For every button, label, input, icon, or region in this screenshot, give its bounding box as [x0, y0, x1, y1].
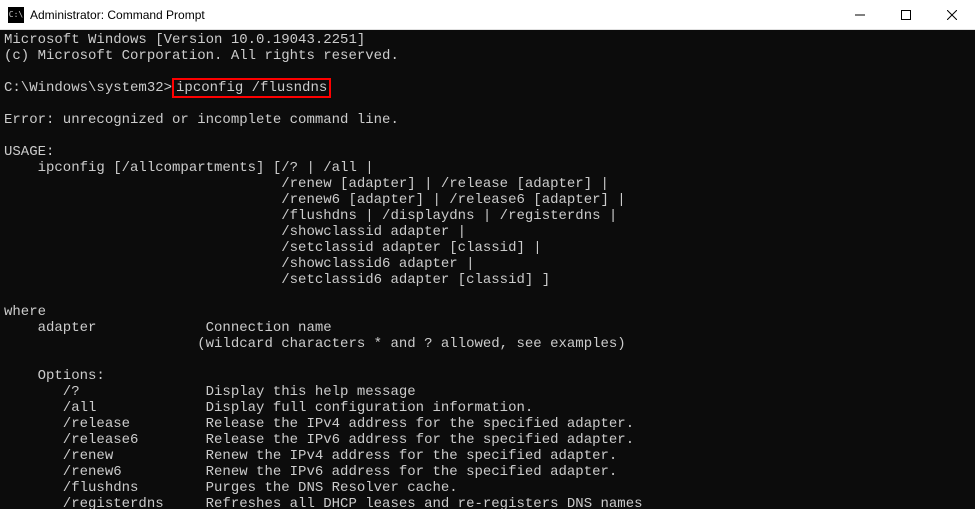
option-all: /all Display full configuration informat…: [4, 400, 971, 416]
usage-line: /showclassid adapter |: [4, 224, 971, 240]
usage-line: /showclassid6 adapter |: [4, 256, 971, 272]
typed-command-highlight: ipconfig /flusndns: [172, 78, 331, 98]
terminal-output[interactable]: Microsoft Windows [Version 10.0.19043.22…: [0, 30, 975, 509]
usage-line: /setclassid6 adapter [classid] ]: [4, 272, 971, 288]
where-line: (wildcard characters * and ? allowed, se…: [4, 336, 971, 352]
maximize-button[interactable]: [883, 0, 929, 30]
close-icon: [947, 10, 957, 20]
blank-line: [4, 64, 971, 80]
blank-line: [4, 352, 971, 368]
error-line: Error: unrecognized or incomplete comman…: [4, 112, 971, 128]
titlebar[interactable]: C:\ Administrator: Command Prompt: [0, 0, 975, 30]
command-prompt-window: C:\ Administrator: Command Prompt Micros…: [0, 0, 975, 509]
prompt-path: C:\Windows\system32>: [4, 80, 172, 96]
usage-line: /renew [adapter] | /release [adapter] |: [4, 176, 971, 192]
copyright-line: (c) Microsoft Corporation. All rights re…: [4, 48, 971, 64]
usage-line: ipconfig [/allcompartments] [/? | /all |: [4, 160, 971, 176]
where-header: where: [4, 304, 971, 320]
option-renew6: /renew6 Renew the IPv6 address for the s…: [4, 464, 971, 480]
window-controls: [837, 0, 975, 29]
cmd-icon-glyph: C:\: [9, 11, 23, 19]
usage-line: /renew6 [adapter] | /release6 [adapter] …: [4, 192, 971, 208]
maximize-icon: [901, 10, 911, 20]
minimize-icon: [855, 10, 865, 20]
minimize-button[interactable]: [837, 0, 883, 30]
option-flushdns: /flushdns Purges the DNS Resolver cache.: [4, 480, 971, 496]
blank-line: [4, 128, 971, 144]
options-header: Options:: [4, 368, 971, 384]
option-help: /? Display this help message: [4, 384, 971, 400]
where-line: adapter Connection name: [4, 320, 971, 336]
window-title: Administrator: Command Prompt: [30, 8, 837, 22]
option-release: /release Release the IPv4 address for th…: [4, 416, 971, 432]
usage-header: USAGE:: [4, 144, 971, 160]
prompt-line: C:\Windows\system32>ipconfig /flusndns: [4, 80, 971, 96]
option-release6: /release6 Release the IPv6 address for t…: [4, 432, 971, 448]
version-line: Microsoft Windows [Version 10.0.19043.22…: [4, 32, 971, 48]
close-button[interactable]: [929, 0, 975, 30]
cmd-icon: C:\: [8, 7, 24, 23]
blank-line: [4, 288, 971, 304]
usage-line: /setclassid adapter [classid] |: [4, 240, 971, 256]
option-registerdns: /registerdns Refreshes all DHCP leases a…: [4, 496, 971, 509]
blank-line: [4, 96, 971, 112]
option-renew: /renew Renew the IPv4 address for the sp…: [4, 448, 971, 464]
usage-line: /flushdns | /displaydns | /registerdns |: [4, 208, 971, 224]
